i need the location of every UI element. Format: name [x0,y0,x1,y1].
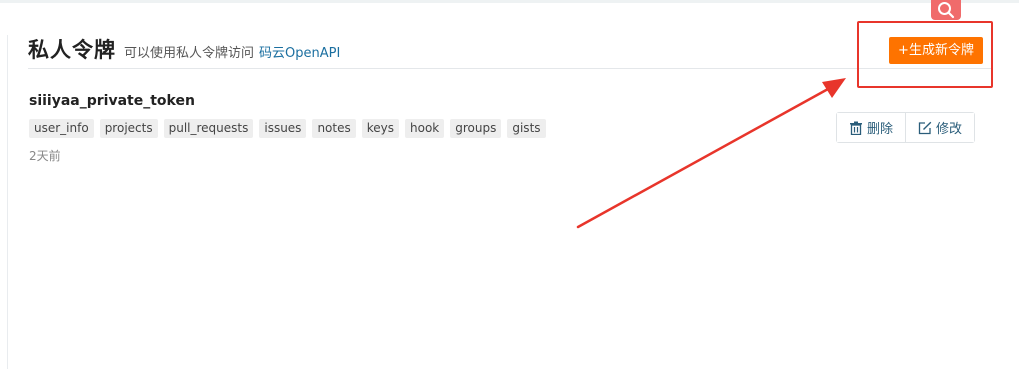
scope-tag: gists [507,119,546,138]
scope-tag: issues [259,119,307,138]
page-header: 私人令牌 可以使用私人令牌访问 码云OpenAPI [28,34,340,64]
token-scopes: user_info projects pull_requests issues … [29,119,546,138]
scope-tag: notes [312,119,356,138]
scope-tag: projects [99,119,158,138]
scope-tag: groups [450,119,502,138]
search-icon [938,2,955,19]
token-actions: 删除 修改 [836,112,976,143]
scope-tag: user_info [29,119,94,138]
scope-tag: hook [405,119,445,138]
top-divider [0,0,1019,3]
annotation-highlight-box [857,21,993,88]
search-button[interactable] [931,0,961,20]
edit-icon [918,121,932,134]
delete-token-button[interactable]: 删除 [837,113,906,142]
token-created-time: 2天前 [29,149,61,163]
left-panel-edge [0,35,8,369]
scope-tag: keys [361,119,399,138]
openapi-link[interactable]: 码云OpenAPI [259,42,340,61]
page: 私人令牌 可以使用私人令牌访问 码云OpenAPI +生成新令牌 siiiyaa… [0,0,1019,369]
page-subtitle: 可以使用私人令牌访问 [124,46,255,61]
page-title: 私人令牌 [28,38,116,62]
token-name: siiiyaa_private_token [29,93,195,109]
edit-label: 修改 [936,122,963,137]
edit-token-button[interactable]: 修改 [905,113,975,142]
trash-icon [850,121,862,135]
header-divider [28,68,993,69]
scope-tag: pull_requests [163,119,254,138]
delete-label: 删除 [867,122,894,137]
